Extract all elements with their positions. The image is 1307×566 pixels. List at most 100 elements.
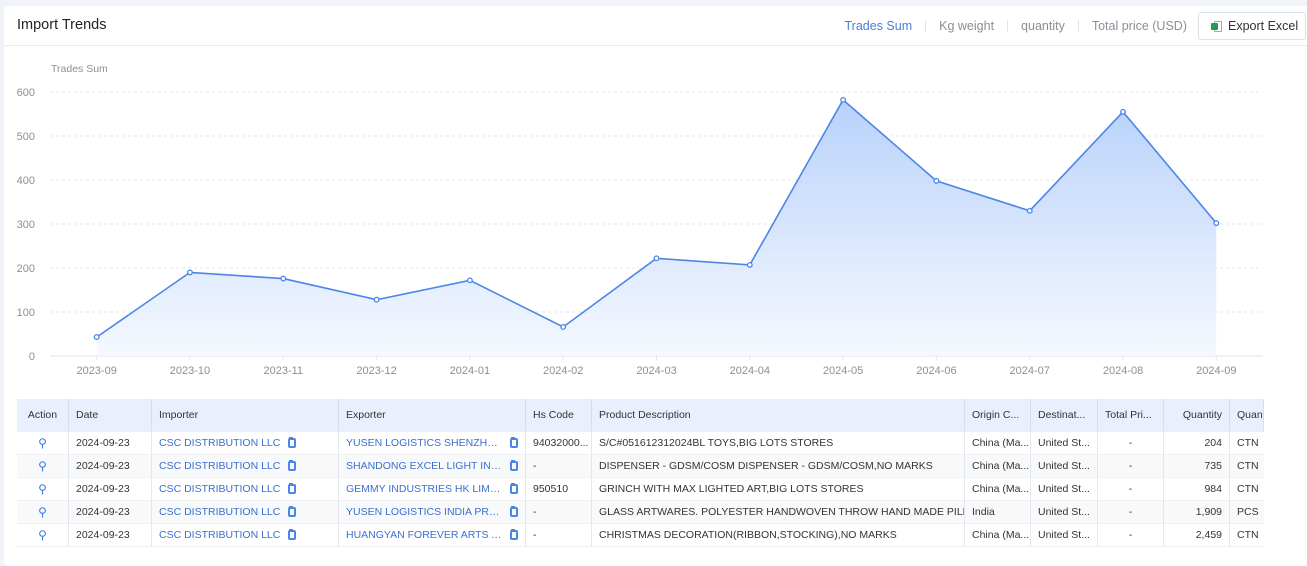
total-price-cell: - xyxy=(1098,478,1164,500)
search-icon[interactable]: ⚲ xyxy=(38,436,47,450)
product-description-cell: S/C#051612312024BL TOYS,BIG LOTS STORES xyxy=(592,432,965,454)
total-price-cell: - xyxy=(1098,501,1164,523)
total-price-cell: - xyxy=(1098,455,1164,477)
y-axis-title: Trades Sum xyxy=(51,63,108,75)
col-header-exporter[interactable]: Exporter xyxy=(339,399,526,431)
product-description-cell: GLASS ARTWARES. POLYESTER HANDWOVEN THRO… xyxy=(592,501,965,523)
data-point xyxy=(933,177,940,184)
data-point xyxy=(1120,108,1126,115)
copy-icon[interactable] xyxy=(510,437,518,448)
importer-cell: CSC DISTRIBUTION LLC xyxy=(152,524,339,546)
action-cell: ⚲ xyxy=(17,501,69,523)
importer-cell: CSC DISTRIBUTION LLC xyxy=(152,478,339,500)
importer-link[interactable]: CSC DISTRIBUTION LLC xyxy=(159,506,280,518)
y-tick-label: 500 xyxy=(17,131,35,143)
hs-code-cell: - xyxy=(526,501,592,523)
y-tick-label: 300 xyxy=(17,219,35,231)
copy-icon[interactable] xyxy=(510,483,518,494)
y-tick-label: 100 xyxy=(17,307,35,319)
exporter-cell: YUSEN LOGISTICS INDIA PRIVAT... xyxy=(339,501,526,523)
destination-cell: United St... xyxy=(1031,478,1098,500)
copy-icon[interactable] xyxy=(510,506,518,517)
y-tick-label: 400 xyxy=(17,175,35,187)
col-header-action: Action xyxy=(17,399,69,431)
importer-link[interactable]: CSC DISTRIBUTION LLC xyxy=(159,460,280,472)
table-row: ⚲ 2024-09-23 CSC DISTRIBUTION LLC YUSEN … xyxy=(17,432,1264,455)
quantity-unit-cell: CTN xyxy=(1237,437,1259,449)
search-icon[interactable]: ⚲ xyxy=(38,459,47,473)
exporter-link[interactable]: YUSEN LOGISTICS INDIA PRIVAT... xyxy=(346,506,502,518)
product-description-cell: DISPENSER - GDSM/COSM DISPENSER - GDSM/C… xyxy=(592,455,965,477)
col-header-date[interactable]: Date xyxy=(69,399,152,431)
col-header-destination[interactable]: Destinat... xyxy=(1031,399,1098,431)
col-header-importer[interactable]: Importer xyxy=(152,399,339,431)
table-row: ⚲ 2024-09-23 CSC DISTRIBUTION LLC HUANGY… xyxy=(17,524,1264,547)
x-tick-label: 2024-05 xyxy=(823,365,863,377)
date-cell: 2024-09-23 xyxy=(69,524,152,546)
importer-link[interactable]: CSC DISTRIBUTION LLC xyxy=(159,437,280,449)
copy-icon[interactable] xyxy=(288,460,297,471)
data-point xyxy=(653,255,660,262)
date-cell: 2024-09-23 xyxy=(69,501,152,523)
table-header-row: Action Date Importer Exporter Hs Code Pr… xyxy=(17,399,1264,432)
exporter-link[interactable]: SHANDONG EXCEL LIGHT INDUS... xyxy=(346,460,502,472)
search-icon[interactable]: ⚲ xyxy=(38,482,47,496)
col-header-quantity-unit[interactable]: Quant xyxy=(1230,399,1264,431)
hs-code-cell: - xyxy=(526,524,592,546)
data-point xyxy=(93,334,100,341)
search-icon[interactable]: ⚲ xyxy=(38,505,47,519)
action-cell: ⚲ xyxy=(17,524,69,546)
copy-icon[interactable] xyxy=(288,437,297,448)
exporter-link[interactable]: GEMMY INDUSTRIES HK LIMITED xyxy=(346,483,502,495)
x-tick-label: 2024-08 xyxy=(1103,365,1143,377)
importer-link[interactable]: CSC DISTRIBUTION LLC xyxy=(159,529,280,541)
date-cell: 2024-09-23 xyxy=(69,432,152,454)
importer-cell: CSC DISTRIBUTION LLC xyxy=(152,501,339,523)
col-header-quantity[interactable]: Quantity xyxy=(1164,399,1230,431)
exporter-link[interactable]: YUSEN LOGISTICS SHENZHEN C... xyxy=(346,437,502,449)
data-point xyxy=(560,324,567,330)
x-tick-label: 2024-07 xyxy=(1010,365,1050,377)
data-point xyxy=(373,296,380,303)
importer-link[interactable]: CSC DISTRIBUTION LLC xyxy=(159,483,280,495)
hs-code-cell: 950510 xyxy=(526,478,592,500)
col-header-product-description[interactable]: Product Description xyxy=(592,399,965,431)
date-cell: 2024-09-23 xyxy=(69,478,152,500)
quantity-unit-cell: PCS xyxy=(1237,506,1259,518)
trend-chart-svg: Trades Sum 0 100 200 300 400 500 600 2023-09 20… xyxy=(17,63,1263,377)
data-point xyxy=(746,261,753,268)
y-tick-label: 200 xyxy=(17,263,35,275)
y-tick-label: 0 xyxy=(29,351,35,363)
copy-icon[interactable] xyxy=(288,529,297,540)
destination-cell: United St... xyxy=(1031,524,1098,546)
search-icon[interactable]: ⚲ xyxy=(38,528,47,542)
quantity-unit-cell: CTN xyxy=(1237,460,1259,472)
data-point xyxy=(466,277,473,284)
x-tick-label: 2023-09 xyxy=(76,365,116,377)
copy-icon[interactable] xyxy=(288,506,297,517)
copy-icon[interactable] xyxy=(288,483,297,494)
data-point xyxy=(1026,207,1033,214)
destination-cell: United St... xyxy=(1031,432,1098,454)
action-cell: ⚲ xyxy=(17,455,69,477)
exporter-link[interactable]: HUANGYAN FOREVER ARTS AND... xyxy=(346,529,502,541)
origin-cell: China (Ma... xyxy=(965,478,1031,500)
x-tick-label: 2023-12 xyxy=(356,365,396,377)
data-point xyxy=(280,275,287,282)
importer-cell: CSC DISTRIBUTION LLC xyxy=(152,432,339,454)
quantity-cell: 1,909 xyxy=(1164,501,1230,523)
col-header-origin-country[interactable]: Origin C... xyxy=(965,399,1031,431)
origin-cell: China (Ma... xyxy=(965,432,1031,454)
data-point xyxy=(187,269,193,276)
hs-code-cell: - xyxy=(526,455,592,477)
x-tick-label: 2024-04 xyxy=(730,365,770,377)
copy-icon[interactable] xyxy=(510,529,518,540)
product-description-cell: GRINCH WITH MAX LIGHTED ART,BIG LOTS STO… xyxy=(592,478,965,500)
importer-cell: CSC DISTRIBUTION LLC xyxy=(152,455,339,477)
col-header-total-price[interactable]: Total Pri... xyxy=(1098,399,1164,431)
col-header-hs-code[interactable]: Hs Code xyxy=(526,399,592,431)
x-tick-label: 2024-06 xyxy=(916,365,956,377)
total-price-cell: - xyxy=(1098,524,1164,546)
copy-icon[interactable] xyxy=(510,460,518,471)
x-tick-label: 2023-11 xyxy=(263,365,303,377)
